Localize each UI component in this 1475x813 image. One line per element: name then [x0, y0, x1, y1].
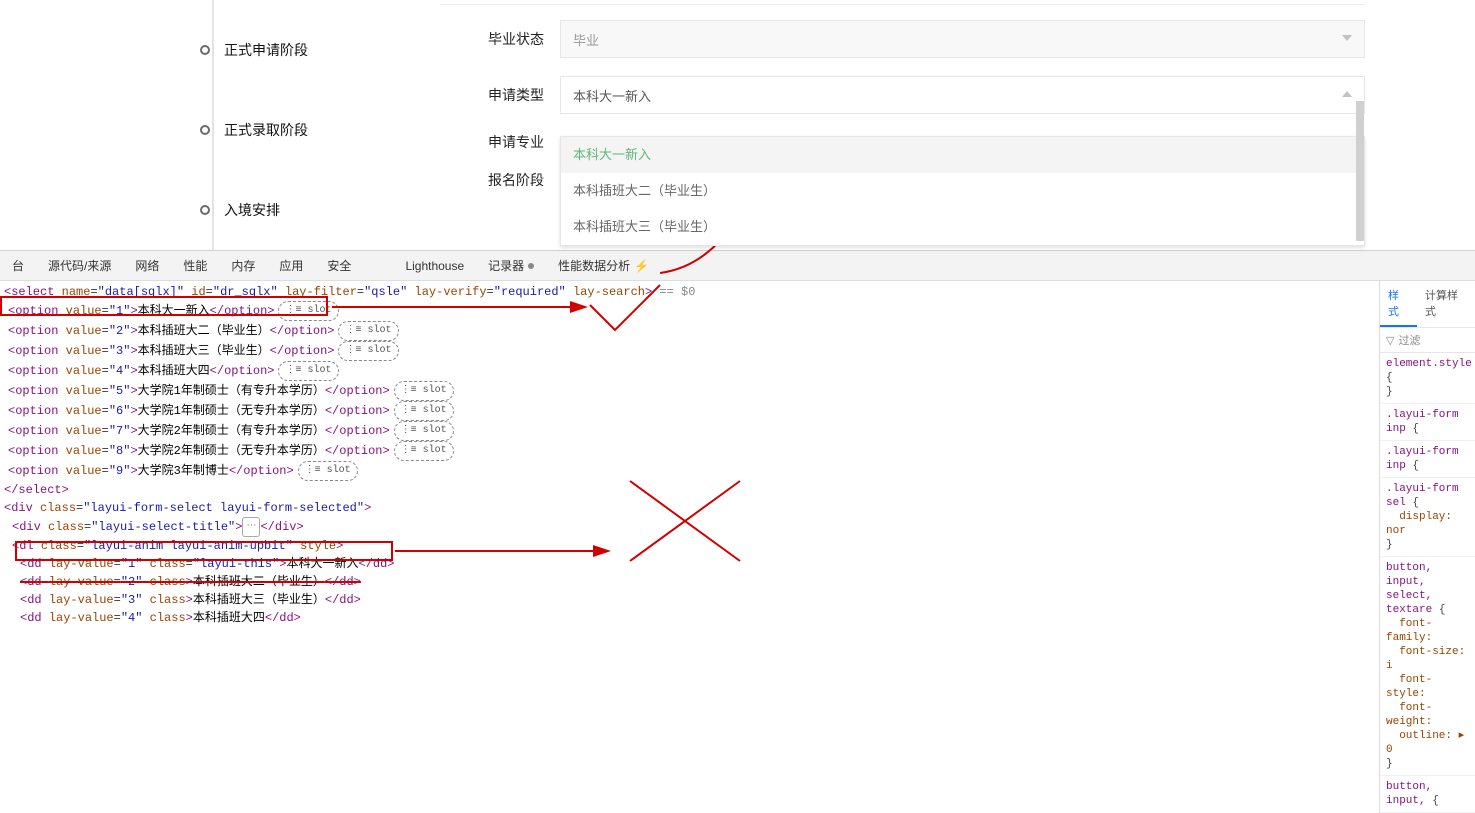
filter-label: 过滤 — [1398, 332, 1420, 348]
dropdown-item[interactable]: 本科插班大三（毕业生） — [561, 209, 1364, 245]
devtools-tab-sources[interactable]: 源代码/来源 — [36, 251, 123, 281]
form-section: 正式申请阶段 正式录取阶段 入境安排 毕业状态 毕业 申请类型 本科大一新入 — [0, 0, 1475, 250]
devtools-tab-performance[interactable]: 性能 — [171, 251, 219, 281]
timeline-label: 入境安排 — [224, 200, 280, 220]
lightning-icon: ⚡ — [634, 259, 649, 273]
timeline-line — [212, 0, 214, 250]
styles-tab-styles[interactable]: 样式 — [1380, 281, 1417, 327]
form-label: 毕业状态 — [440, 29, 560, 49]
styles-tab-computed[interactable]: 计算样式 — [1417, 281, 1475, 327]
devtools-tab-perf-insights[interactable]: 性能数据分析 ⚡ — [546, 251, 661, 281]
devtools-tab-lighthouse[interactable]: Lighthouse — [393, 251, 476, 281]
app-type-select[interactable]: 本科大一新入 — [560, 76, 1365, 114]
timeline-dot-icon — [200, 125, 210, 135]
form-label: 报名阶段 — [440, 170, 560, 190]
devtools-tab-memory[interactable]: 内存 — [219, 251, 267, 281]
timeline-label: 正式申请阶段 — [224, 40, 308, 60]
timeline-item-admit[interactable]: 正式录取阶段 — [200, 120, 440, 140]
form-label: 申请类型 — [440, 85, 560, 105]
devtools-tab-security[interactable]: 安全 — [315, 251, 363, 281]
styles-panel: 样式 计算样式 ▽ 过滤 element.style {}.layui-form… — [1379, 281, 1475, 813]
timeline-dot-icon — [200, 205, 210, 215]
grad-status-select[interactable]: 毕业 — [560, 20, 1365, 58]
scrollbar[interactable] — [1356, 101, 1364, 241]
select-value: 本科大一新入 — [573, 86, 651, 105]
select-value: 毕业 — [573, 30, 599, 49]
form-row-app-type: 申请类型 本科大一新入 — [440, 76, 1365, 114]
timeline-label: 正式录取阶段 — [224, 120, 308, 140]
timeline-column: 正式申请阶段 正式录取阶段 入境安排 — [0, 0, 440, 250]
dropdown-item[interactable]: 本科插班大二（毕业生） — [561, 173, 1364, 209]
caret-down-icon — [1342, 35, 1352, 41]
devtools-body: <select name="data[sqlx]" id="dr_sqlx" l… — [0, 280, 1475, 813]
form-label: 申请专业 — [440, 132, 560, 152]
caret-up-icon — [1342, 91, 1352, 97]
dropdown-item[interactable]: 本科大一新入 — [561, 137, 1364, 173]
timeline-item-apply[interactable]: 正式申请阶段 — [200, 40, 440, 60]
devtools-tabs: 台 源代码/来源 网络 性能 内存 应用 安全 Lighthouse 记录器 性… — [0, 250, 1475, 280]
row-divider — [440, 4, 1365, 5]
devtools-tab-network[interactable]: 网络 — [123, 251, 171, 281]
dropdown-panel: 本科大一新入 本科插班大二（毕业生） 本科插班大三（毕业生） — [560, 136, 1365, 246]
devtools-tab-application[interactable]: 应用 — [267, 251, 315, 281]
recorder-dot-icon — [528, 263, 534, 269]
devtools-tab-console[interactable]: 台 — [0, 251, 36, 281]
timeline-dot-icon — [200, 45, 210, 55]
elements-panel[interactable]: <select name="data[sqlx]" id="dr_sqlx" l… — [0, 281, 1379, 813]
form-row-grad-status: 毕业状态 毕业 — [440, 20, 1365, 58]
filter-icon: ▽ — [1386, 334, 1394, 347]
devtools-tab-recorder[interactable]: 记录器 — [476, 251, 546, 281]
styles-filter[interactable]: ▽ 过滤 — [1380, 328, 1475, 353]
timeline-item-entry[interactable]: 入境安排 — [200, 200, 440, 220]
